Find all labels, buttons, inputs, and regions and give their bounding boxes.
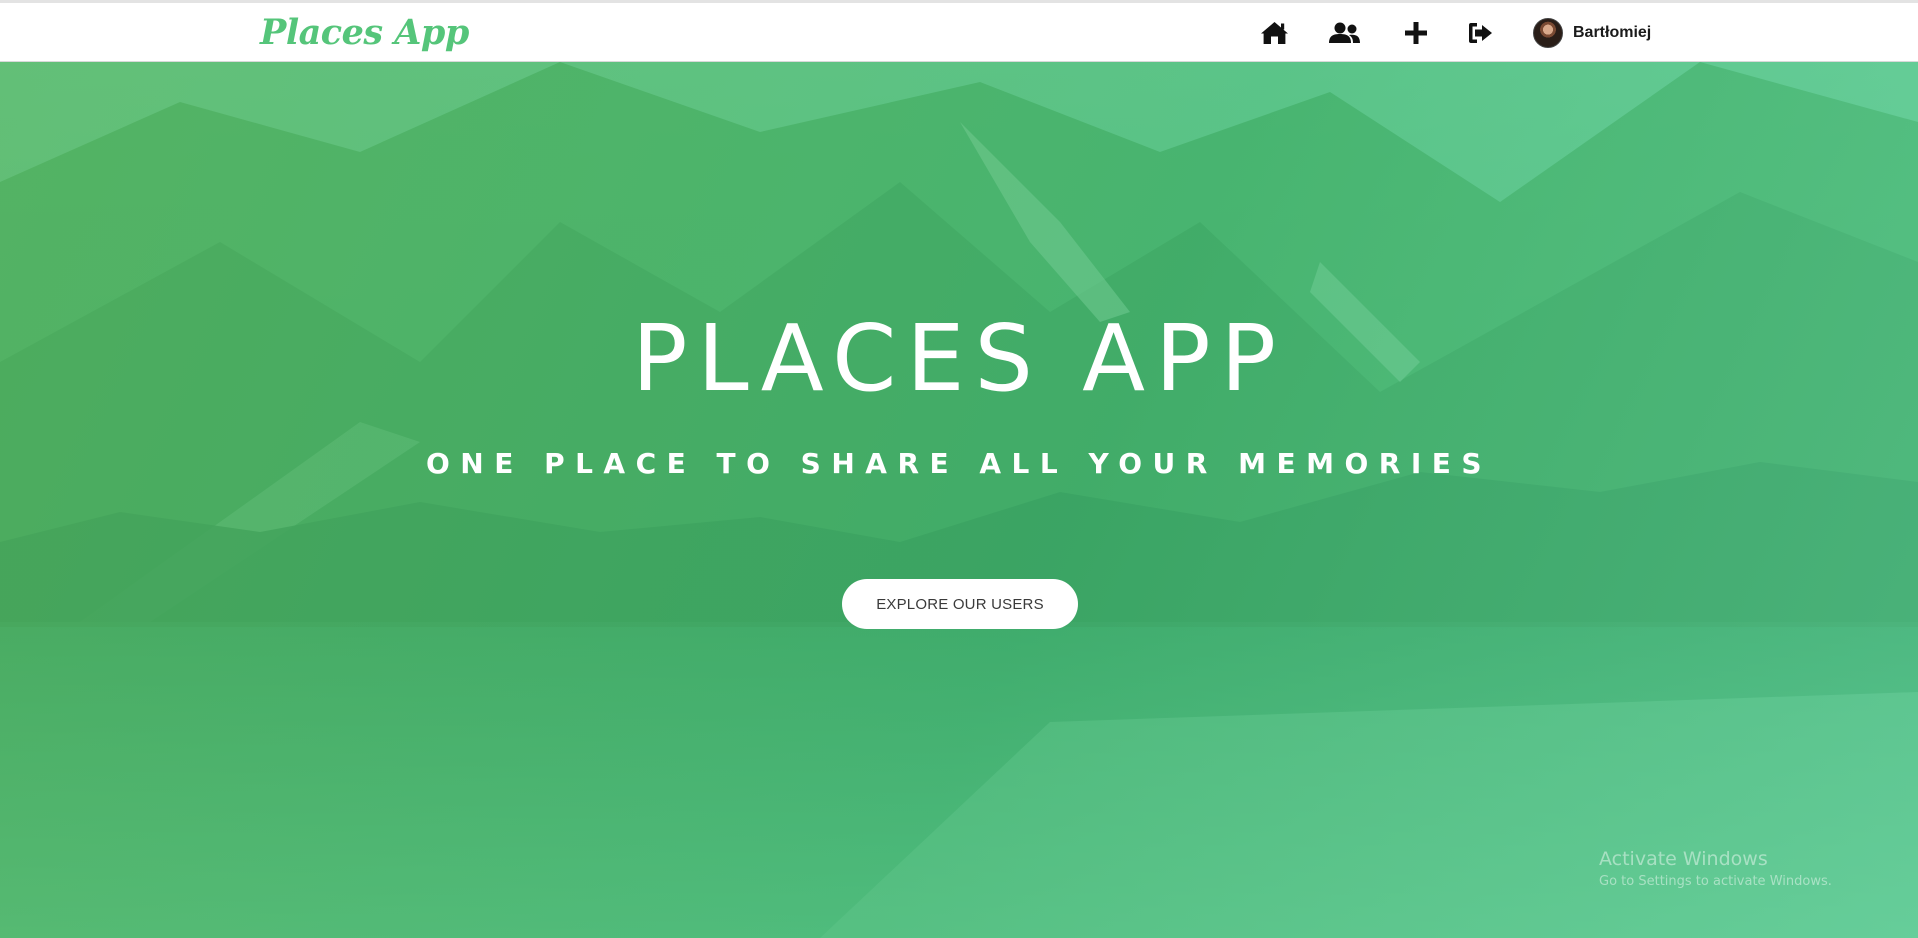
user-menu[interactable]: Bartłomiej (1533, 17, 1651, 49)
avatar[interactable] (1533, 18, 1563, 48)
plus-icon[interactable] (1398, 17, 1434, 49)
hero-color-overlay (0, 62, 1918, 938)
user-name: Bartłomiej (1573, 24, 1652, 41)
explore-users-button[interactable]: EXPLORE OUR USERS (842, 579, 1078, 629)
hero-section: PLACES APP ONE PLACE TO SHARE ALL YOUR M… (0, 62, 1918, 938)
hero-subtitle: ONE PLACE TO SHARE ALL YOUR MEMORIES (425, 447, 1493, 480)
users-icon[interactable] (1326, 17, 1362, 49)
logout-icon[interactable] (1462, 17, 1498, 49)
app-logo[interactable]: Places App (260, 12, 469, 53)
navbar: Places App Bartłomiej (0, 3, 1918, 62)
home-icon[interactable] (1256, 17, 1292, 49)
hero-title: PLACES APP (631, 305, 1287, 412)
